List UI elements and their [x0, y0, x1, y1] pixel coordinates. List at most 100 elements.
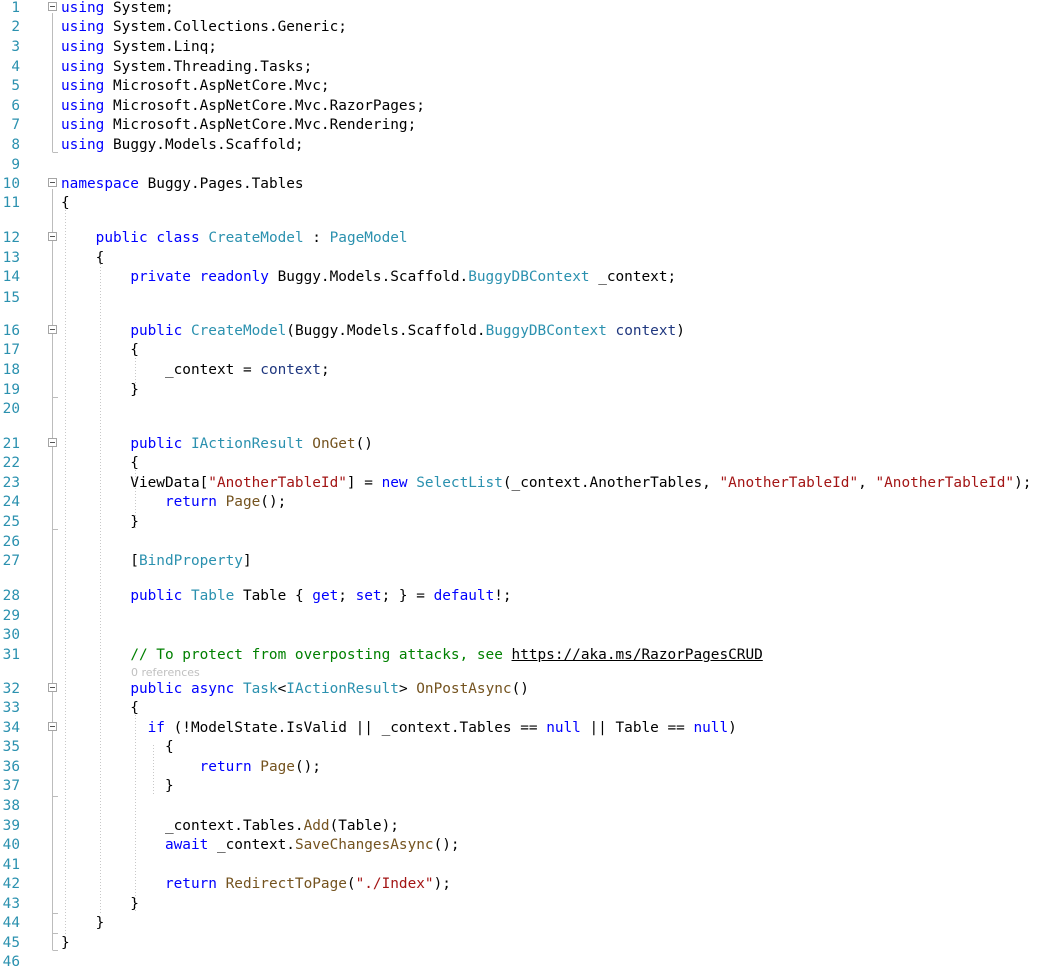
code-text: private readonly Buggy.Models.Scaffold.B… [130, 269, 677, 285]
line-number: 31 [2, 647, 20, 663]
line-number: 3 [11, 39, 20, 55]
line-number: 32 [2, 681, 20, 697]
line-number: 38 [2, 798, 20, 814]
collapse-region-icon[interactable] [48, 2, 57, 11]
code-line[interactable]: 27 [BindProperty] [0, 551, 1042, 571]
code-line[interactable]: 22 { [0, 453, 1042, 473]
code-line[interactable]: 9 [0, 155, 1042, 175]
collapse-region-icon[interactable] [48, 232, 57, 241]
line-number: 35 [2, 739, 20, 755]
code-text: public class CreateModel : PageModel [95, 230, 408, 246]
code-line[interactable]: 16 public CreateModel(Buggy.Models.Scaff… [0, 321, 1042, 341]
code-text: using System.Linq; [61, 39, 217, 55]
line-number: 9 [11, 157, 20, 173]
line-number: 18 [2, 362, 20, 378]
code-text: // To protect from overposting attacks, … [130, 647, 763, 663]
code-line[interactable]: 29 [0, 606, 1042, 626]
line-number: 17 [2, 342, 20, 358]
collapse-region-icon[interactable] [48, 325, 57, 334]
line-number: 45 [2, 935, 20, 951]
code-editor[interactable]: 1 using System; 2 using System.Collections.… [0, 0, 1042, 972]
code-line[interactable]: 39 _context.Tables.Add(Table); [0, 816, 1042, 836]
code-line[interactable]: 15 [0, 288, 1042, 308]
code-line[interactable]: 11 { [0, 193, 1042, 213]
line-number: 11 [2, 195, 20, 211]
line-number: 2 [11, 19, 20, 35]
line-number: 42 [2, 876, 20, 892]
code-text: _context = context; [61, 362, 330, 378]
code-line[interactable]: 13 { [0, 248, 1042, 268]
code-line[interactable]: 38 [0, 796, 1042, 816]
code-line[interactable]: 7 using Microsoft.AspNetCore.Mvc.Renderin… [0, 115, 1042, 135]
line-number: 8 [11, 137, 20, 153]
code-line[interactable]: 40 await _context.SaveChangesAsync(); [0, 835, 1042, 855]
line-number: 14 [2, 269, 20, 285]
code-text: { [61, 250, 105, 266]
code-line[interactable]: 19 } [0, 380, 1042, 400]
line-number: 21 [2, 436, 20, 452]
code-line[interactable]: 20 [0, 399, 1042, 419]
code-line[interactable]: 34 if (!ModelState.IsValid || _context.T… [0, 718, 1042, 738]
code-line[interactable]: 4 using System.Threading.Tasks; [0, 57, 1042, 77]
line-number: 46 [2, 954, 20, 970]
code-line[interactable]: 33 { [0, 698, 1042, 718]
code-line[interactable]: 43 } [0, 894, 1042, 914]
code-line[interactable]: 26 [0, 532, 1042, 552]
line-number: 20 [2, 401, 20, 417]
code-line[interactable]: 14 private readonly Buggy.Models.Scaffol… [0, 267, 1042, 287]
line-number: 36 [2, 759, 20, 775]
code-line[interactable]: 42 return RedirectToPage("./Index"); [0, 874, 1042, 894]
code-line[interactable]: 2 using System.Collections.Generic; [0, 17, 1042, 37]
code-line[interactable]: 17 { [0, 340, 1042, 360]
code-line[interactable]: 23 ViewData["AnotherTableId"] = new Sele… [0, 473, 1042, 493]
code-line[interactable]: 6 using Microsoft.AspNetCore.Mvc.RazorPag… [0, 96, 1042, 116]
code-text: using System.Threading.Tasks; [61, 59, 313, 75]
code-text: public CreateModel(Buggy.Models.Scaffold… [130, 323, 685, 339]
collapse-region-icon[interactable] [48, 683, 57, 692]
line-number: 15 [2, 290, 20, 306]
collapse-region-icon[interactable] [48, 178, 57, 187]
code-text: } [61, 915, 105, 931]
line-number: 6 [11, 98, 20, 114]
code-line[interactable]: 37 } [0, 776, 1042, 796]
code-text: { [61, 455, 139, 471]
code-line[interactable]: 12 public class CreateModel : PageModel [0, 228, 1042, 248]
line-number: 39 [2, 818, 20, 834]
code-line[interactable]: 21 public IActionResult OnGet() [0, 434, 1042, 454]
code-line[interactable]: 32 public async Task<IActionResult> OnPo… [0, 679, 1042, 699]
code-text: } [61, 382, 139, 398]
code-line[interactable]: 36 return Page(); [0, 757, 1042, 777]
code-line[interactable]: 5 using Microsoft.AspNetCore.Mvc; [0, 76, 1042, 96]
code-line[interactable]: 24 return Page(); [0, 492, 1042, 512]
code-text: if (!ModelState.IsValid || _context.Tabl… [147, 720, 737, 736]
code-line[interactable]: 44 } [0, 913, 1042, 933]
code-line[interactable]: 45} [0, 933, 1042, 953]
line-number: 29 [2, 608, 20, 624]
code-line[interactable]: 28 public Table Table { get; set; } = de… [0, 586, 1042, 606]
code-line[interactable]: 3 using System.Linq; [0, 37, 1042, 57]
code-line[interactable]: 10 namespace Buggy.Pages.Tables [0, 174, 1042, 194]
doc-link[interactable]: https://aka.ms/RazorPagesCRUD [512, 647, 763, 663]
code-text: using System.Collections.Generic; [61, 19, 347, 35]
line-number: 13 [2, 250, 20, 266]
code-text: using System; [61, 0, 174, 16]
code-line[interactable]: 25 } [0, 512, 1042, 532]
line-number: 1 [11, 0, 20, 16]
line-number: 22 [2, 455, 20, 471]
line-number: 28 [2, 588, 20, 604]
code-line[interactable]: 35 { [0, 737, 1042, 757]
collapse-region-icon[interactable] [48, 438, 57, 447]
collapse-region-icon[interactable] [48, 722, 57, 731]
code-line[interactable]: 8 using Buggy.Models.Scaffold; [0, 135, 1042, 155]
codelens-references-label[interactable]: 0 references [131, 667, 200, 679]
code-line[interactable]: 18 _context = context; [0, 360, 1042, 380]
code-line[interactable]: 1 using System; [0, 0, 1042, 18]
code-text: [BindProperty] [61, 553, 252, 569]
code-text: } [61, 778, 174, 794]
code-line[interactable]: 41 [0, 855, 1042, 875]
line-number: 5 [11, 78, 20, 94]
code-line[interactable]: 46 [0, 952, 1042, 972]
code-text: _context.Tables.Add(Table); [61, 818, 399, 834]
code-line[interactable]: 31 // To protect from overposting attack… [0, 645, 1042, 665]
code-line[interactable]: 30 [0, 625, 1042, 645]
